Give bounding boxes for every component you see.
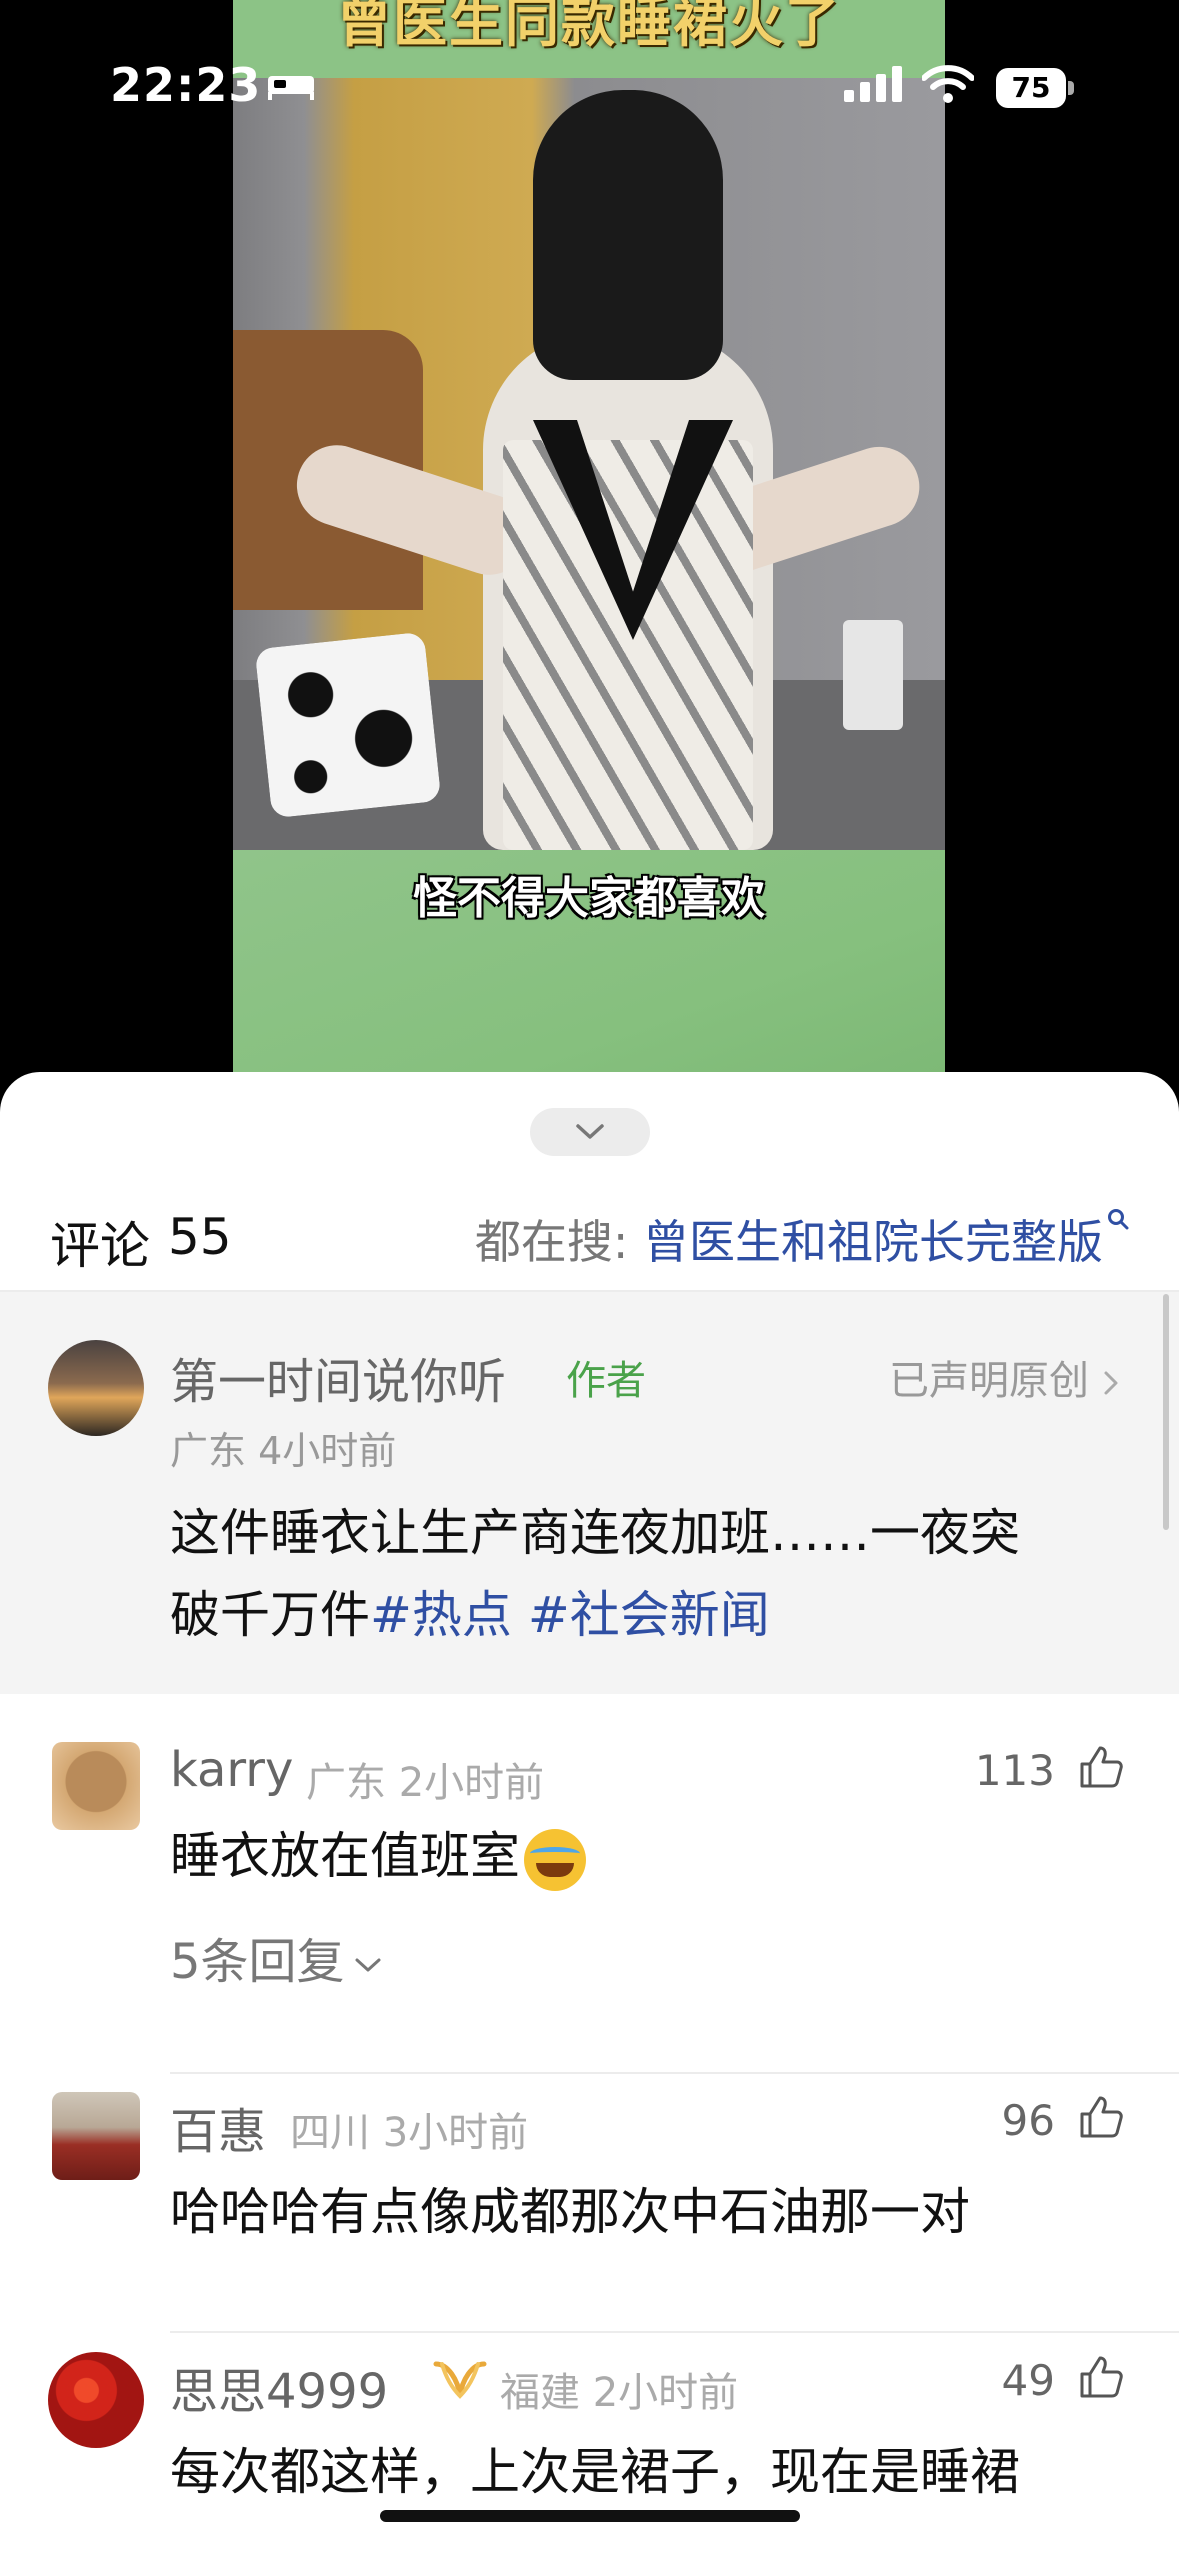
like-count: 49 <box>1001 2356 1055 2405</box>
trending-search-link[interactable]: 都在搜: 曾医生和祖院长完整版 <box>475 1206 1129 1272</box>
sleep-bed-icon <box>268 76 314 100</box>
author-location: 广东 <box>170 1429 247 1473</box>
cellular-signal-icon <box>844 66 902 102</box>
collapse-sheet-button[interactable] <box>530 1108 650 1156</box>
chevron-down-icon <box>355 1958 381 1972</box>
author-post-text-line: 破千万件#热点 #社会新闻 <box>170 1574 1110 1656</box>
scrollbar[interactable] <box>1163 1294 1169 1530</box>
comment-text: 哈哈哈有点像成都那次中石油那一对 <box>170 2183 970 2241</box>
comment-location: 广东 <box>306 1760 386 1806</box>
video-plant-pot <box>843 620 903 730</box>
view-replies-button[interactable]: 5条回复 <box>170 1922 383 1992</box>
hashtag-link[interactable]: #热点 <box>370 1586 512 1644</box>
author-post-meta: 广东 4小时前 <box>170 1420 396 1475</box>
commenter-name[interactable]: 思思4999 <box>170 2352 388 2422</box>
comment-meta: 四川 3小时前 <box>290 2100 528 2158</box>
comments-title: 评论 <box>50 1217 150 1275</box>
wifi-icon <box>922 65 974 103</box>
search-icon <box>1108 1209 1129 1230</box>
comments-count: 55 <box>168 1208 232 1266</box>
battery-level: 75 <box>996 68 1066 108</box>
comment-time: 3小时前 <box>382 2110 529 2156</box>
comment-text: 每次都这样，上次是裙子，现在是睡裙 <box>170 2443 1020 2501</box>
commenter-name[interactable]: karry <box>170 1742 293 1798</box>
comment-time: 2小时前 <box>592 2370 739 2416</box>
author-post-text-plain: 破千万件 <box>170 1586 370 1644</box>
author-post-text-line: 这件睡衣让生产商连夜加班……一夜突 <box>170 1504 1020 1562</box>
video-subtitle: 怪不得大家都喜欢 <box>413 873 765 924</box>
battery-tip <box>1068 81 1074 95</box>
comment-divider <box>170 2072 1179 2074</box>
status-bar: 22:23 75 <box>0 52 1179 122</box>
comment-sheet: 评论 55 都在搜: 曾医生和祖院长完整版 第一时间说你听 作者 已声明原创 广… <box>0 1072 1179 2556</box>
comment-divider <box>170 2331 1179 2333</box>
commenter-avatar[interactable] <box>52 1742 140 1830</box>
comment-meta: 广东 2小时前 <box>306 1750 544 1808</box>
chevron-down-icon <box>576 1124 604 1139</box>
author-name[interactable]: 第一时间说你听 <box>170 1342 506 1412</box>
trending-search-prefix: 都在搜: <box>474 1215 629 1269</box>
author-post[interactable]: 第一时间说你听 作者 已声明原创 广东 4小时前 这件睡衣让生产商连夜加班……一… <box>0 1292 1179 1694</box>
author-avatar[interactable] <box>48 1340 144 1436</box>
battery-icon: 75 <box>996 68 1074 108</box>
comments-header: 评论 55 都在搜: 曾医生和祖院长完整版 <box>0 1182 1179 1292</box>
original-claim-label: 已声明原创 <box>889 1358 1089 1404</box>
replies-count-label: 5条回复 <box>170 1934 345 1990</box>
video-frame[interactable]: 曾医生同款睡裙火了 怪不得大家都喜欢 <box>233 0 945 1120</box>
author-post-text: 这件睡衣让生产商连夜加班……一夜突 破千万件#热点 #社会新闻 <box>170 1492 1110 1656</box>
video-player[interactable]: 曾医生同款睡裙火了 怪不得大家都喜欢 <box>0 0 1179 1120</box>
trending-search-query[interactable]: 曾医生和祖院长完整版 <box>643 1215 1103 1269</box>
comment-text-content: 睡衣放在值班室 <box>170 1827 520 1885</box>
comment-location: 福建 <box>500 2370 580 2416</box>
video-dress <box>503 440 753 850</box>
like-count: 113 <box>974 1746 1055 1795</box>
hashtag-link[interactable]: #社会新闻 <box>528 1586 770 1644</box>
like-count: 96 <box>1001 2096 1055 2145</box>
status-time: 22:23 <box>110 58 262 112</box>
commenter-avatar[interactable] <box>48 2352 144 2448</box>
commenter-name[interactable]: 百惠 <box>170 2092 266 2162</box>
home-indicator[interactable] <box>380 2510 800 2522</box>
thumbs-up-icon[interactable] <box>1076 2352 1126 2402</box>
comment-time: 2小时前 <box>398 1760 545 1806</box>
thumbs-up-icon[interactable] <box>1076 2092 1126 2142</box>
thumbs-up-icon[interactable] <box>1076 1742 1126 1792</box>
original-claim-link[interactable]: 已声明原创 <box>889 1348 1119 1406</box>
vip-badge-icon <box>433 2361 487 2399</box>
comment-meta: 福建 2小时前 <box>500 2360 738 2418</box>
commenter-avatar[interactable] <box>52 2092 140 2180</box>
chevron-right-icon <box>1104 1371 1118 1395</box>
video-title-overlay: 曾医生同款睡裙火了 <box>337 0 841 54</box>
video-pillow <box>254 631 442 819</box>
author-tag: 作者 <box>566 1358 646 1404</box>
crying-laughing-emoji-icon <box>524 1828 586 1891</box>
author-post-time: 4小时前 <box>258 1429 397 1473</box>
video-person-hair <box>533 90 723 380</box>
comment-text: 睡衣放在值班室 <box>170 1816 586 1891</box>
comment-location: 四川 <box>290 2110 370 2156</box>
